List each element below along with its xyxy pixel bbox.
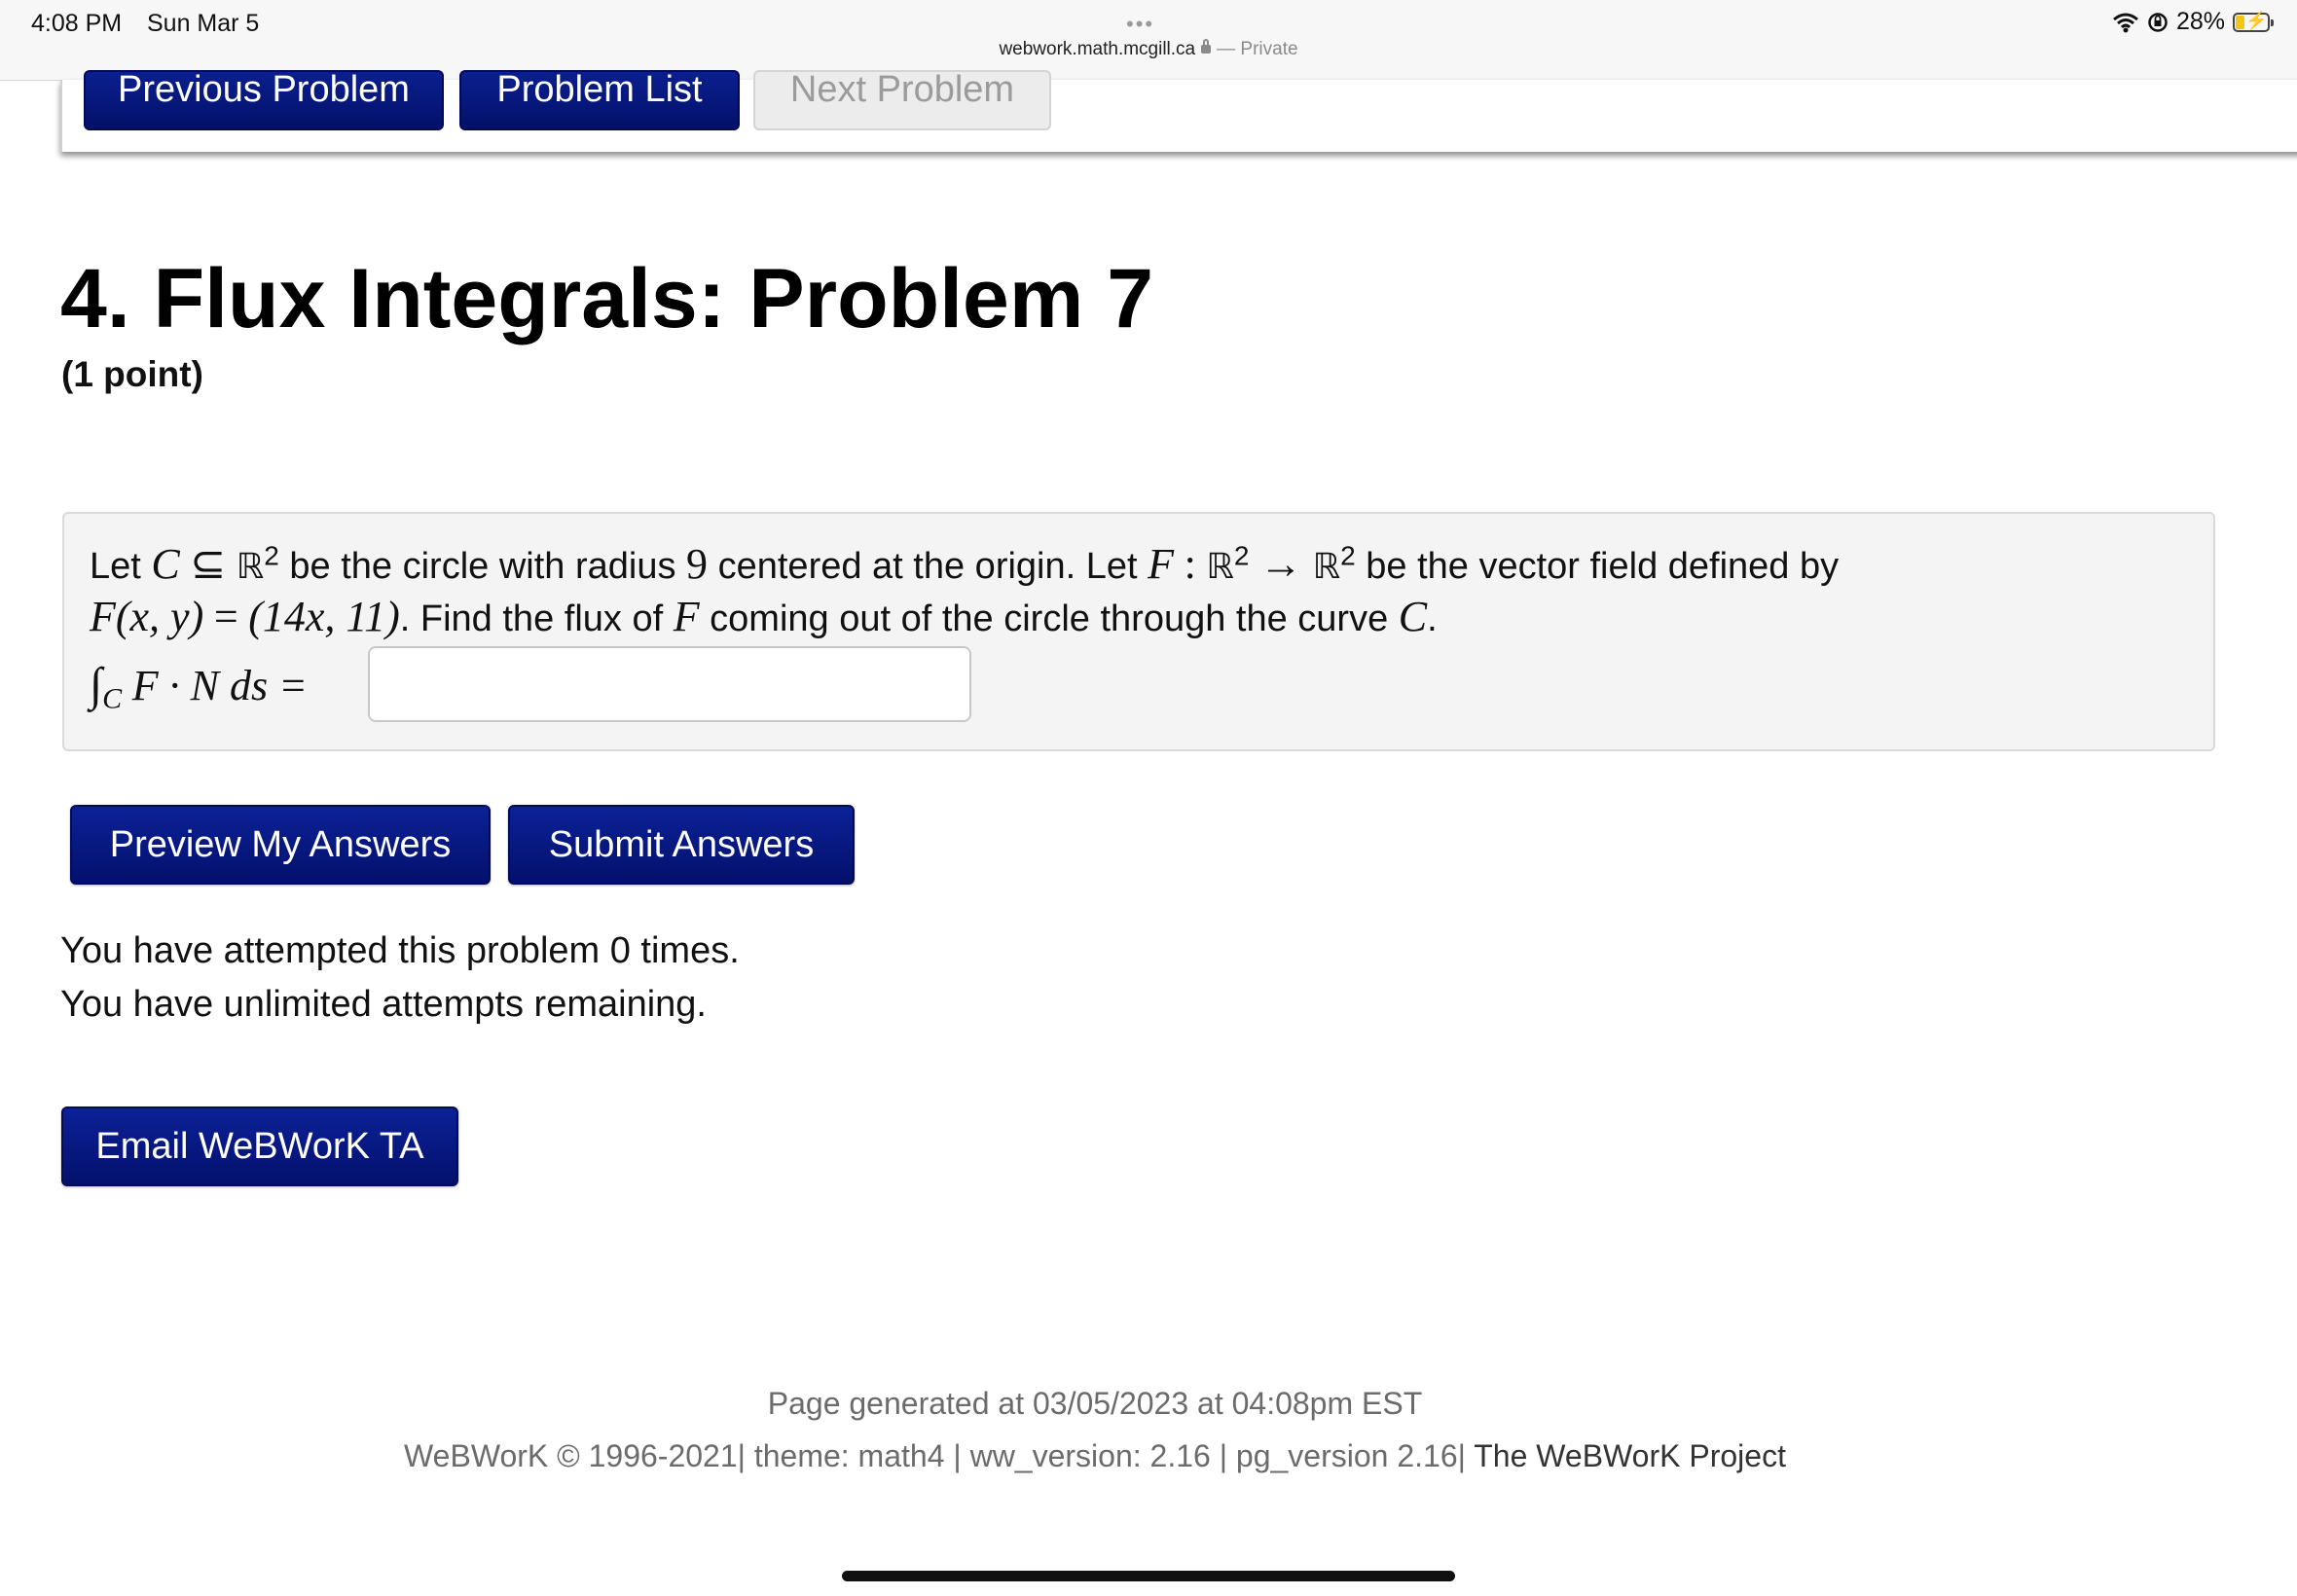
private-label: — Private	[1217, 39, 1298, 59]
attempts-remaining: You have unlimited attempts remaining.	[60, 984, 707, 1025]
webwork-project-link[interactable]: The WeBWorK Project	[1474, 1438, 1786, 1473]
previous-problem-button[interactable]: Previous Problem	[84, 69, 444, 130]
url-text: webwork.math.mcgill.ca	[999, 39, 1196, 59]
problem-nav: Previous Problem Problem List Next Probl…	[60, 69, 2297, 152]
submit-answers-button[interactable]: Submit Answers	[508, 805, 855, 885]
battery-percent: 28%	[2175, 8, 2225, 35]
footer-copyright-text: WeBWorK © 1996-2021| theme: math4 | ww_v…	[404, 1438, 1466, 1473]
preview-answers-button[interactable]: Preview My Answers	[70, 805, 491, 885]
problem-line-1: Let C ⊆ ℝ2 be the circle with radius 9 c…	[90, 540, 1840, 588]
tab-dots-icon[interactable]: •••	[1126, 12, 1154, 37]
wifi-icon	[2112, 13, 2138, 32]
battery-icon: ⚡	[2233, 11, 2274, 32]
lock-icon	[1201, 39, 1212, 54]
points-label: (1 point)	[61, 354, 203, 394]
problem-list-button[interactable]: Problem List	[459, 69, 740, 130]
page-title: 4. Flux Integrals: Problem 7	[60, 252, 1154, 345]
answer-input[interactable]	[368, 646, 971, 722]
footer-copyright: WeBWorK © 1996-2021| theme: math4 | ww_v…	[0, 1438, 2190, 1474]
next-problem-button: Next Problem	[753, 69, 1051, 130]
attempts-count: You have attempted this problem 0 times.	[60, 930, 740, 971]
orientation-lock-icon	[2148, 12, 2168, 32]
home-indicator[interactable]	[842, 1571, 1455, 1581]
address-bar[interactable]: webwork.math.mcgill.ca — Private	[0, 39, 2297, 60]
status-date: Sun Mar 5	[147, 10, 260, 37]
problem-box: Let C ⊆ ℝ2 be the circle with radius 9 c…	[62, 512, 2215, 751]
status-indicators: 28% ⚡	[2112, 8, 2274, 36]
status-time: 4:08 PM	[31, 10, 123, 37]
problem-line-2: F(x, y) = (14x, 11). Find the flux of F …	[90, 593, 1438, 640]
page-generated-text: Page generated at 03/05/2023 at 04:08pm …	[767, 1386, 1423, 1421]
email-ta-button[interactable]: Email WeBWorK TA	[61, 1106, 458, 1186]
integral-expression: ∫C F · N ds =	[90, 659, 308, 715]
